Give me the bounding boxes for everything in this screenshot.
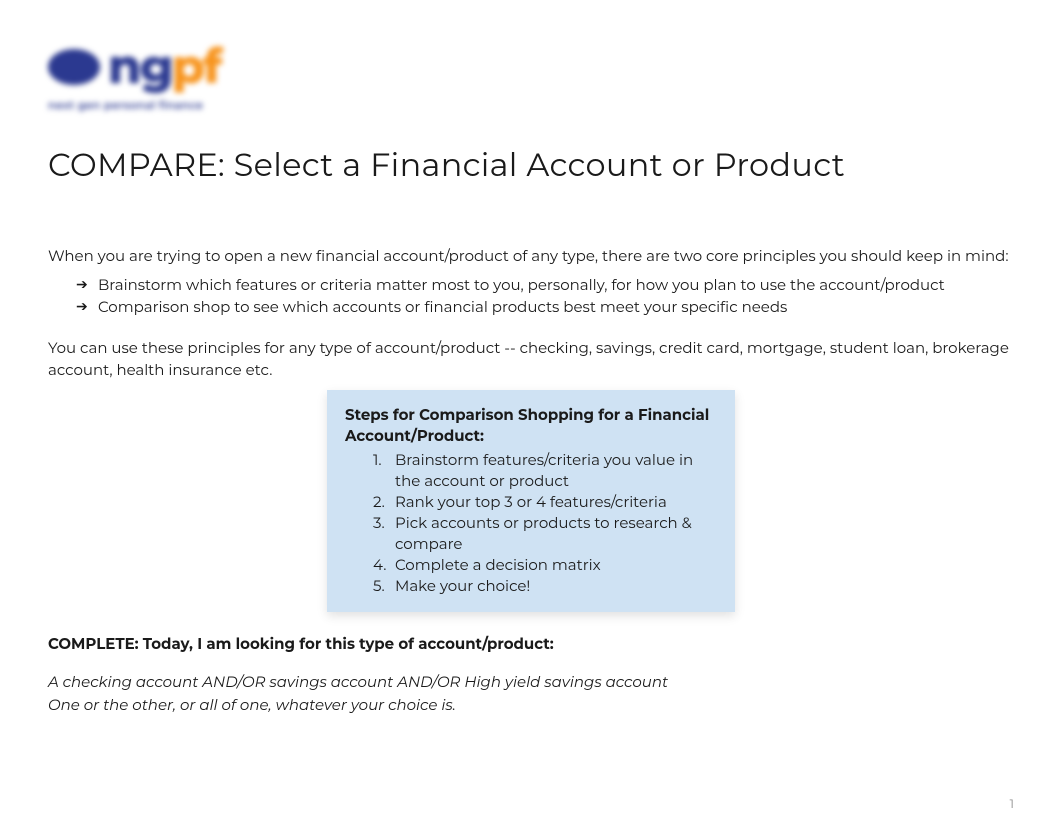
complete-prompt-label: COMPLETE: Today, I am looking for this t… bbox=[48, 634, 1014, 653]
step-item: Make your choice! bbox=[373, 575, 717, 596]
logo-dot-icon bbox=[48, 49, 100, 85]
step-item: Rank your top 3 or 4 features/criteria bbox=[373, 491, 717, 512]
page-title: COMPARE: Select a Financial Account or P… bbox=[48, 146, 1014, 185]
steps-list: Brainstorm features/criteria you value i… bbox=[345, 449, 717, 596]
logo-letter-f: f bbox=[203, 38, 221, 96]
step-item: Pick accounts or products to research & … bbox=[373, 512, 717, 554]
ngpf-logo: ngpf next gen personal finance bbox=[48, 38, 278, 128]
logo-letter-p: p bbox=[172, 38, 203, 96]
intro-paragraph: When you are trying to open a new financ… bbox=[48, 245, 1014, 268]
principle-item: Comparison shop to see which accounts or… bbox=[76, 296, 1014, 319]
steps-heading: Steps for Comparison Shopping for a Fina… bbox=[345, 404, 717, 448]
steps-callout-box: Steps for Comparison Shopping for a Fina… bbox=[327, 390, 735, 613]
usage-paragraph: You can use these principles for any typ… bbox=[48, 337, 1014, 382]
principles-list: Brainstorm which features or criteria ma… bbox=[48, 274, 1014, 319]
document-page: ngpf next gen personal finance COMPARE: … bbox=[0, 0, 1062, 764]
response-line-2: One or the other, or all of one, whateve… bbox=[48, 694, 1014, 717]
step-item: Brainstorm features/criteria you value i… bbox=[373, 449, 717, 491]
logo-mark: ngpf bbox=[48, 38, 278, 96]
response-line-1: A checking account AND/OR savings accoun… bbox=[48, 671, 1014, 694]
logo-tagline: next gen personal finance bbox=[48, 98, 278, 112]
logo-letter-n: n bbox=[108, 38, 140, 96]
logo-letters: ngpf bbox=[108, 38, 220, 96]
page-number: 1 bbox=[1010, 797, 1014, 812]
step-item: Complete a decision matrix bbox=[373, 554, 717, 575]
principle-item: Brainstorm which features or criteria ma… bbox=[76, 274, 1014, 297]
logo-letter-g: g bbox=[140, 38, 172, 96]
